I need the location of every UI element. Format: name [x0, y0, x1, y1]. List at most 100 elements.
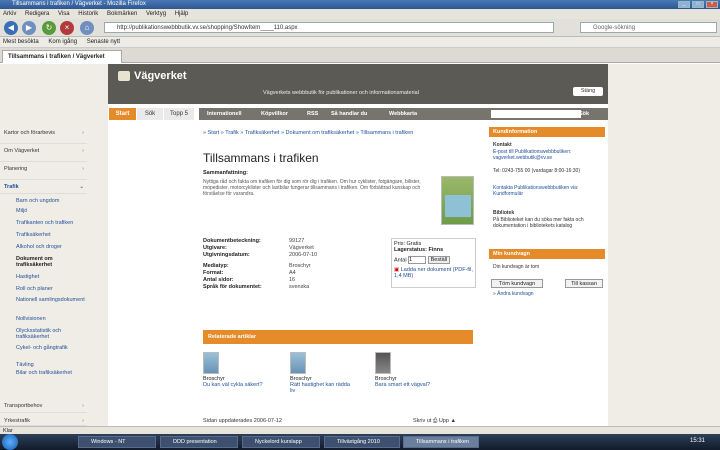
menu-bokmarken[interactable]: Bokmärken [107, 11, 137, 17]
taskbar-item[interactable]: DDD presentation [160, 436, 238, 448]
tab-topp5[interactable]: Topp 5 [164, 108, 194, 120]
breadcrumb[interactable]: » Start » Trafik » Trafiksäkerhet » Doku… [203, 130, 483, 137]
submenu-trafiksakerhet[interactable]: Trafiksäkerhet [16, 232, 88, 238]
contact-email[interactable]: E-post till Publikationswebbbutiken: vag… [493, 149, 605, 161]
menu-redigera[interactable]: Redigera [25, 11, 49, 17]
tab-start[interactable]: Start [109, 108, 136, 120]
taskbar-item[interactable]: Tillväxtgång 2010 [324, 436, 400, 448]
print-link[interactable]: Skriv ut [413, 418, 431, 424]
contact-title: Kontakt [493, 142, 512, 148]
meta-key: Antal sidor: [203, 277, 234, 283]
library-text[interactable]: På Biblioteket kan du söka mer fakta och… [493, 217, 605, 229]
price-box: Pris: Gratis Lagerstatus: Finns Antal 1 … [391, 238, 476, 288]
browser-tab[interactable]: Tillsammans i trafiken / Vägverket [2, 50, 122, 63]
contact-phone: Tel: 0243-755 00 (vardagar 8:00-16:30) [493, 168, 581, 174]
close-window-button[interactable]: × [706, 1, 718, 8]
empty-cart-button[interactable]: Töm kundvagn [491, 279, 543, 288]
page-title: Tillsammans i trafiken [203, 151, 319, 165]
cart-header: Min kundvagn [489, 249, 605, 259]
order-button[interactable]: Beställ [427, 256, 451, 265]
crown-icon [118, 71, 130, 82]
browser-search-input[interactable]: Google-sökning [580, 22, 717, 33]
meta-value: 16 [289, 277, 296, 283]
up-link[interactable]: Upp [439, 418, 449, 424]
submenu-cykel[interactable]: Cykel- och gångtrafik [16, 345, 88, 351]
contact-form-link[interactable]: Kontakta Publikationswebbbutiken via: Ku… [493, 185, 605, 197]
stop-icon[interactable]: × [60, 21, 74, 35]
minimize-button[interactable]: _ [678, 1, 690, 8]
forward-icon[interactable]: ▶ [22, 21, 36, 35]
submenu-nationell[interactable]: Nationell samlingsdokument [16, 297, 88, 303]
nav-kopvillkor[interactable]: Köpvillkor [261, 108, 288, 120]
related-title[interactable]: Bara smart ett vägval? [375, 382, 435, 388]
nav-rss[interactable]: RSS [307, 108, 318, 120]
last-updated: Sidan uppdaterades 2006-07-12 [203, 418, 282, 424]
menu-arkiv[interactable]: Arkiv [3, 11, 16, 17]
taskbar-item[interactable]: Nyckelord kurslapp [242, 436, 320, 448]
meta-key: Språk för dokumentet: [203, 284, 262, 290]
site-search-input[interactable] [491, 110, 581, 118]
meta-key: Utgivare: [203, 245, 227, 251]
bookmark-kom-igang[interactable]: Kom igång [48, 39, 77, 45]
related-title[interactable]: Rätt hastighet kan rädda liv [290, 382, 350, 394]
left-menu-transportbehov[interactable]: Transportbehov › [0, 403, 87, 413]
taskbar-item[interactable]: Windows - NT [78, 436, 156, 448]
submenu-tavling[interactable]: Tävling [16, 362, 88, 368]
quantity-label: Antal [394, 257, 407, 264]
left-menu-planering[interactable]: Planering › [0, 166, 87, 180]
submenu-bilar[interactable]: Bilar och trafiksäkerhet [16, 370, 88, 376]
status-bar: Klar [0, 426, 720, 434]
submenu-alkohol[interactable]: Alkohol och droger [16, 244, 88, 250]
checkout-button[interactable]: Till kassan [565, 279, 603, 288]
bookmark-senaste-nytt[interactable]: Senaste nytt [87, 39, 120, 45]
submenu-dokument[interactable]: Dokument om trafiksäkerhet [16, 256, 88, 268]
tab-sok[interactable]: Sök [137, 108, 163, 120]
maximize-button[interactable]: □ [692, 1, 704, 8]
printer-icon: ⎙ [432, 418, 438, 424]
download-link[interactable]: ▣ Ladda ner dokument (PDF-fil, 1,4 MB) [394, 267, 473, 279]
submenu-nollvisionen[interactable]: Nollvisionen [16, 316, 88, 322]
quantity-input[interactable]: 1 [408, 256, 427, 264]
close-site-button[interactable]: Stäng [573, 87, 603, 96]
nav-sa-handlar-du[interactable]: Så handlar du [331, 108, 367, 120]
change-cart-link[interactable]: » Ändra kundvagn [493, 291, 605, 297]
logo-text: Vägverket [134, 70, 187, 82]
site-logo[interactable]: Vägverket [118, 70, 187, 82]
menu-historik[interactable]: Historik [78, 11, 98, 17]
cart-status: Din kundvagn är tom [493, 264, 540, 270]
related-item[interactable]: Broschyr Du kan väl cykla säkert? [203, 352, 263, 388]
left-menu-trafik[interactable]: Trafik ⌄ [0, 184, 87, 194]
left-menu-yrkestrafik[interactable]: Yrkestrafik › [0, 418, 87, 426]
related-thumbnail [290, 352, 306, 374]
meta-key: Utgivningsdatum: [203, 252, 250, 258]
submenu-miljo[interactable]: Miljö [16, 208, 88, 214]
reload-icon[interactable]: ↻ [42, 21, 56, 35]
left-menu-om-vagverket[interactable]: Om Vägverket › [0, 148, 87, 162]
menu-visa[interactable]: Visa [58, 11, 70, 17]
related-item[interactable]: Broschyr Bara smart ett vägval? [375, 352, 435, 388]
library-title: Bibliotek [493, 210, 515, 216]
submenu-olycksstatistik[interactable]: Olycksstatistik och trafiksäkerhet [16, 328, 88, 340]
back-icon[interactable]: ◀ [4, 21, 18, 35]
start-button[interactable] [2, 434, 18, 450]
menu-verktyg[interactable]: Verktyg [146, 11, 166, 17]
related-thumbnail [203, 352, 219, 374]
related-articles-header: Relaterade artiklar [203, 330, 473, 344]
submenu-barn[interactable]: Barn och ungdom [16, 198, 88, 204]
related-title[interactable]: Du kan väl cykla säkert? [203, 382, 263, 388]
arrow-up-icon: ▲ [450, 418, 456, 424]
bookmark-mest-besokta[interactable]: Mest besökta [3, 39, 39, 45]
submenu-trafikanten[interactable]: Trafikanten och trafiken [16, 220, 88, 226]
menu-hjalp[interactable]: Hjälp [175, 11, 189, 17]
nav-webbkarta[interactable]: Webbkarta [389, 108, 417, 120]
nav-internationell[interactable]: Internationell [207, 108, 242, 120]
submenu-roll[interactable]: Roll och planer [16, 286, 88, 292]
related-item[interactable]: Broschyr Rätt hastighet kan rädda liv [290, 352, 350, 394]
taskbar-item[interactable]: Tillsammans i trafiken [403, 436, 479, 448]
address-bar[interactable]: http://publikationswebbbutik.vv.se/shopp… [104, 22, 554, 33]
left-menu-kartor[interactable]: Kartor och förarbevis › [0, 130, 87, 144]
bookmarks-bar: Mest besökta Kom igång Senaste nytt [0, 37, 720, 48]
submenu-hastighet[interactable]: Hastighet [16, 274, 88, 280]
meta-key: Mediatyp: [203, 263, 229, 269]
home-icon[interactable]: ⌂ [80, 21, 94, 35]
